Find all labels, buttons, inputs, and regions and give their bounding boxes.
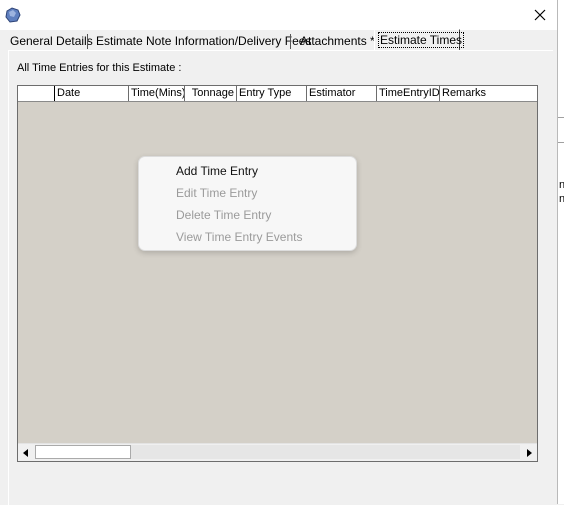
- tab-separator: [87, 34, 88, 49]
- row-selector-header[interactable]: [18, 86, 55, 101]
- menu-item-edit-time-entry[interactable]: Edit Time Entry: [139, 182, 356, 204]
- grid-caption: All Time Entries for this Estimate :: [17, 62, 182, 74]
- scroll-track[interactable]: [131, 445, 520, 459]
- horizontal-scrollbar[interactable]: [18, 443, 537, 461]
- column-header-estimator[interactable]: Estimator: [307, 86, 377, 101]
- close-icon: [534, 9, 546, 21]
- background-divider: [558, 142, 564, 143]
- column-header-date[interactable]: Date: [55, 86, 129, 101]
- app-icon: [4, 6, 22, 24]
- estimate-dialog: General Details Estimate Note Informatio…: [0, 0, 558, 505]
- scroll-thumb[interactable]: [35, 445, 131, 459]
- background-divider: [558, 117, 564, 118]
- context-menu: Add Time Entry Edit Time Entry Delete Ti…: [138, 156, 357, 251]
- column-header-time-entry-id[interactable]: TimeEntryID: [377, 86, 440, 101]
- arrow-right-icon: [527, 448, 532, 457]
- background-window: [558, 0, 564, 504]
- tab-label: Attachments *: [300, 34, 375, 48]
- tab-estimate-times[interactable]: Estimate Times: [374, 29, 465, 51]
- tab-label: General Details: [10, 34, 93, 48]
- menu-item-view-time-entry-events[interactable]: View Time Entry Events: [139, 226, 356, 248]
- tab-label: Estimate Times: [377, 32, 465, 48]
- column-header-remarks[interactable]: Remarks: [440, 86, 537, 101]
- tab-attachments[interactable]: Attachments *: [296, 31, 379, 51]
- tab-general-details[interactable]: General Details: [6, 31, 97, 51]
- column-header-time-mins[interactable]: Time(Mins): [129, 86, 185, 101]
- background-text: n: [559, 193, 564, 205]
- tab-label: Estimate Note Information/Delivery Fees: [96, 34, 312, 48]
- column-header-tonnage[interactable]: Tonnage: [185, 86, 237, 101]
- menu-item-delete-time-entry[interactable]: Delete Time Entry: [139, 204, 356, 226]
- arrow-left-icon: [23, 448, 28, 457]
- scroll-left-button[interactable]: [18, 444, 34, 461]
- background-text: n: [559, 179, 564, 191]
- menu-item-add-time-entry[interactable]: Add Time Entry: [139, 160, 356, 182]
- time-entries-grid[interactable]: Date Time(Mins) Tonnage Entry Type Estim…: [17, 85, 538, 462]
- title-bar: [0, 0, 557, 30]
- close-button[interactable]: [523, 0, 557, 30]
- grid-header: Date Time(Mins) Tonnage Entry Type Estim…: [18, 86, 537, 102]
- scroll-right-button[interactable]: [521, 444, 537, 461]
- column-header-entry-type[interactable]: Entry Type: [237, 86, 307, 101]
- tab-estimate-note-information[interactable]: Estimate Note Information/Delivery Fees: [92, 31, 315, 51]
- tab-separator: [290, 34, 291, 49]
